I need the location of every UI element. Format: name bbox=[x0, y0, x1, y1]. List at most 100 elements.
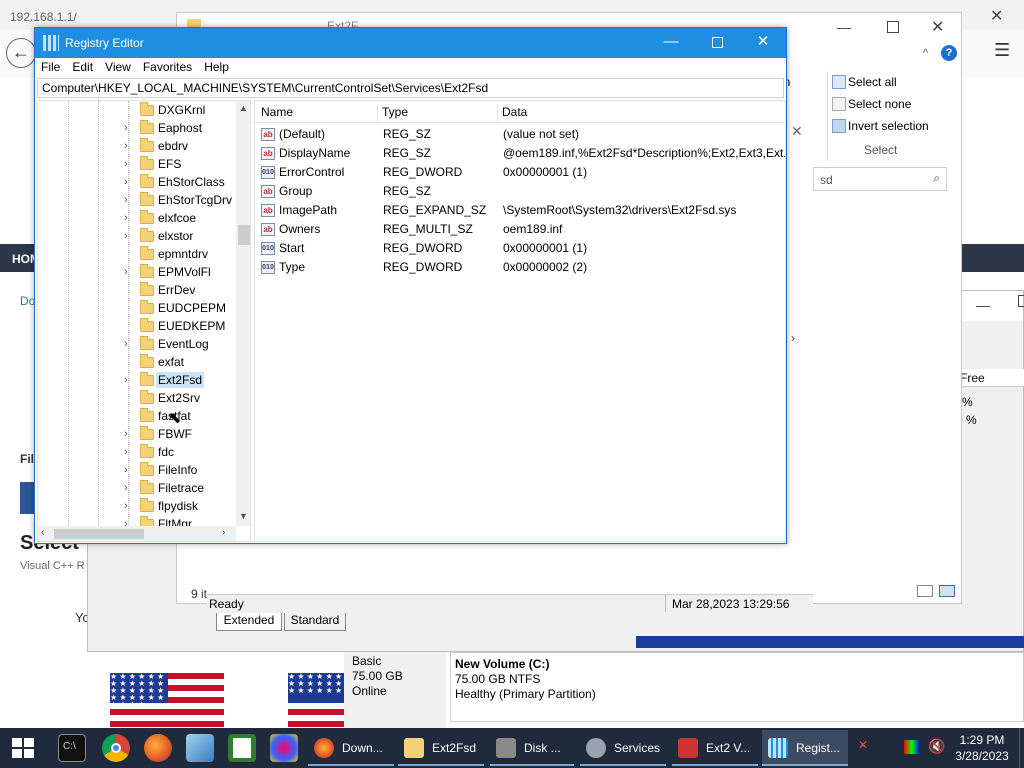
firefox-task[interactable]: Down... bbox=[308, 730, 394, 766]
menu-edit[interactable]: Edit bbox=[66, 58, 99, 74]
value-row[interactable]: ab ImagePath REG_EXPAND_SZ \SystemRoot\Syst… bbox=[255, 201, 785, 220]
tree-item[interactable]: › EPMVolFl bbox=[38, 263, 238, 281]
tree-item[interactable]: › elxfcoe bbox=[38, 209, 238, 227]
details-view-icon[interactable] bbox=[917, 585, 933, 597]
back-arrow-icon[interactable]: ← bbox=[6, 38, 36, 68]
value-row[interactable]: ab DisplayName REG_SZ @oem189.inf,%Ext2Fsd*… bbox=[255, 144, 785, 163]
tree-item[interactable]: › EhStorTcgDrv bbox=[38, 191, 238, 209]
tree-item[interactable]: › EhStorClass bbox=[38, 173, 238, 191]
browser-close-button[interactable]: ✕ bbox=[990, 6, 1003, 26]
column-data-header[interactable]: Data bbox=[497, 105, 527, 123]
ribbon-collapse-icon[interactable]: ^ bbox=[923, 47, 928, 59]
paint-icon[interactable] bbox=[270, 734, 298, 762]
tree-item[interactable]: ErrDev bbox=[38, 281, 238, 299]
tab-standard[interactable]: Standard bbox=[284, 613, 346, 631]
folder-icon bbox=[140, 300, 154, 314]
registry-maximize-button[interactable] bbox=[694, 28, 740, 58]
search-box[interactable]: sd ⌕ bbox=[813, 167, 947, 191]
menu-help[interactable]: Help bbox=[198, 58, 235, 74]
tree-item[interactable]: › Filetrace bbox=[38, 479, 238, 497]
free-column-header[interactable]: Free bbox=[954, 369, 1024, 387]
select-none-button[interactable]: Select none bbox=[848, 97, 911, 111]
search-icon: ⌕ bbox=[933, 171, 940, 185]
dialog-close-icon[interactable]: ✕ bbox=[791, 123, 803, 140]
column-type-header[interactable]: Type bbox=[377, 105, 408, 123]
registry-minimize-button[interactable]: — bbox=[648, 28, 694, 58]
tree-item[interactable]: exfat bbox=[38, 353, 238, 371]
registry-editor-task[interactable]: Regist... bbox=[762, 730, 848, 766]
large-icons-view-icon[interactable] bbox=[939, 585, 955, 597]
column-name-header[interactable]: Name bbox=[261, 105, 293, 119]
folder-icon bbox=[140, 390, 154, 404]
firefox-icon[interactable] bbox=[144, 734, 172, 762]
menu-favorites[interactable]: Favorites bbox=[137, 58, 198, 74]
disk-icon bbox=[496, 738, 516, 758]
tree-item[interactable]: › Eaphost bbox=[38, 119, 238, 137]
value-row[interactable]: 010 ErrorControl REG_DWORD 0x00000001 (1) bbox=[255, 163, 785, 182]
site-download-button[interactable] bbox=[20, 482, 34, 514]
value-row[interactable]: ab Owners REG_MULTI_SZ oem189.inf bbox=[255, 220, 785, 239]
ribbon-group-label: Select bbox=[864, 143, 898, 157]
tree-item[interactable]: epmntdrv bbox=[38, 245, 238, 263]
folder-icon bbox=[140, 336, 154, 350]
windows-start-icon[interactable] bbox=[12, 738, 34, 758]
registry-close-button[interactable]: ✕ bbox=[740, 28, 786, 58]
value-row[interactable]: 010 Type REG_DWORD 0x00000002 (2) bbox=[255, 258, 785, 277]
value-row[interactable]: ab (Default) REG_SZ (value not set) bbox=[255, 125, 785, 144]
disk-management-task[interactable]: Disk ... bbox=[490, 730, 574, 766]
maximize-icon[interactable] bbox=[1018, 295, 1024, 307]
folder-icon bbox=[140, 426, 154, 440]
explorer-minimize-icon[interactable]: — bbox=[837, 19, 851, 35]
browser-url[interactable]: 192.168.1.1/ bbox=[10, 10, 77, 24]
ext2-tray-icon[interactable]: ✕ bbox=[858, 738, 878, 756]
tree-item[interactable]: Ext2Srv bbox=[38, 389, 238, 407]
tree-item[interactable]: › flpydisk bbox=[38, 497, 238, 515]
tree-item[interactable]: › EFS bbox=[38, 155, 238, 173]
notepad-icon[interactable] bbox=[228, 734, 256, 762]
tree-item[interactable]: › FBWF bbox=[38, 425, 238, 443]
explorer-maximize-icon[interactable] bbox=[887, 21, 899, 33]
command-prompt-icon[interactable]: C:\ bbox=[58, 734, 86, 762]
volume-muted-icon[interactable]: 🔇 bbox=[928, 738, 945, 755]
folder-icon bbox=[140, 246, 154, 260]
folder-icon bbox=[140, 462, 154, 476]
value-row[interactable]: 010 Start REG_DWORD 0x00000001 (1) bbox=[255, 239, 785, 258]
tree-item[interactable]: fastfat bbox=[38, 407, 238, 425]
tree-item[interactable]: EUDCPEPM bbox=[38, 299, 238, 317]
ext2-volume-manager-task[interactable]: Ext2 V... bbox=[672, 730, 758, 766]
invert-selection-button[interactable]: Invert selection bbox=[848, 119, 929, 133]
tree-item-selected[interactable]: › Ext2Fsd bbox=[38, 371, 238, 389]
display-tray-icon[interactable] bbox=[904, 740, 920, 754]
tree-vertical-scrollbar[interactable]: ▲ ▼ bbox=[236, 101, 250, 526]
scroll-right-icon[interactable]: › bbox=[791, 331, 795, 345]
tree-item[interactable]: › fdc bbox=[38, 443, 238, 461]
show-desktop-button[interactable] bbox=[1019, 728, 1024, 768]
help-icon[interactable]: ? bbox=[941, 45, 957, 61]
taskbar: C:\ Down... Ext2Fsd Disk ... Services Ex… bbox=[0, 728, 1024, 768]
tree-item[interactable]: › EventLog bbox=[38, 335, 238, 353]
menu-file[interactable]: File bbox=[35, 58, 66, 74]
menu-icon[interactable]: ☰ bbox=[994, 40, 1010, 61]
tab-extended[interactable]: Extended bbox=[216, 613, 282, 631]
volume-c-partition[interactable]: New Volume (C:) 75.00 GB NTFS Healthy (P… bbox=[450, 652, 1024, 722]
menu-view[interactable]: View bbox=[99, 58, 137, 74]
registry-titlebar[interactable]: Registry Editor — ✕ bbox=[35, 28, 786, 58]
explorer-close-icon[interactable]: ✕ bbox=[931, 17, 944, 37]
select-all-button[interactable]: Select all bbox=[848, 75, 897, 89]
tree-item[interactable]: › ebdrv bbox=[38, 137, 238, 155]
tree-item[interactable]: EUEDKEPM bbox=[38, 317, 238, 335]
editor-icon[interactable] bbox=[186, 734, 214, 762]
registry-address-bar[interactable]: Computer\HKEY_LOCAL_MACHINE\SYSTEM\Curre… bbox=[37, 78, 784, 98]
services-task[interactable]: Services bbox=[580, 730, 666, 766]
tree-horizontal-scrollbar[interactable]: ‹ › bbox=[38, 526, 236, 541]
tree-item[interactable]: DXGKrnl bbox=[38, 101, 238, 119]
tree-item[interactable]: › FileInfo bbox=[38, 461, 238, 479]
chrome-icon[interactable] bbox=[102, 734, 130, 762]
clock-date[interactable]: 3/28/2023 bbox=[952, 749, 1012, 763]
registry-title: Registry Editor bbox=[65, 36, 144, 50]
tree-item[interactable]: › elxstor bbox=[38, 227, 238, 245]
clock-time[interactable]: 1:29 PM bbox=[956, 733, 1008, 747]
minimize-icon[interactable]: — bbox=[976, 297, 990, 313]
value-row[interactable]: ab Group REG_SZ bbox=[255, 182, 785, 201]
explorer-task[interactable]: Ext2Fsd bbox=[398, 730, 484, 766]
